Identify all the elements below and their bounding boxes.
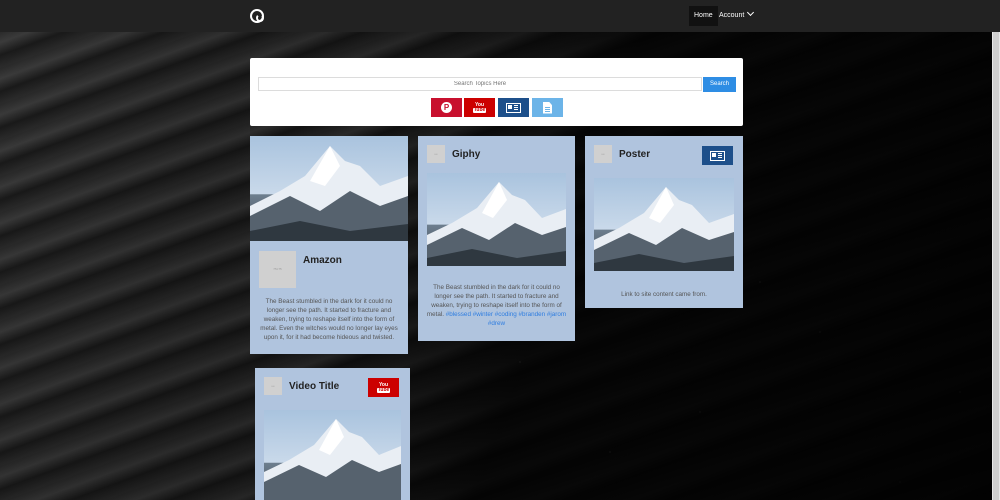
- pinterest-icon: P: [441, 102, 452, 113]
- youtube-icon: You Tube: [376, 381, 391, 393]
- card-thumbnail: •••: [264, 377, 282, 395]
- card-thumbnail: •••: [427, 145, 445, 163]
- card-description: The Beast stumbled in the dark for it co…: [260, 298, 398, 341]
- card-hashtags[interactable]: #blessed #winter #coding #branden #jarom…: [446, 311, 566, 327]
- logo-icon[interactable]: [250, 9, 264, 23]
- poster-card[interactable]: ••• Poster Link to site content came fro…: [585, 136, 743, 308]
- search-panel: Search P YouTube: [250, 58, 743, 126]
- card-title: Poster: [619, 149, 651, 160]
- search-input[interactable]: [258, 77, 702, 91]
- chevron-down-icon: [747, 8, 755, 17]
- news-source-badge: [702, 146, 733, 165]
- scrollbar-thumb[interactable]: [993, 32, 999, 500]
- card-thumbnail: •••: [594, 145, 612, 163]
- nav-account-label: Account: [719, 12, 745, 19]
- card-thumbnail: 75×75: [259, 251, 296, 288]
- card-title: Video Title: [289, 381, 340, 392]
- youtube-source-badge: You Tube: [368, 378, 399, 397]
- pinterest-filter-button[interactable]: P: [431, 98, 462, 117]
- nav-account-dropdown[interactable]: Account: [719, 6, 755, 26]
- card-title: Amazon: [303, 255, 342, 266]
- newspaper-icon: [506, 102, 521, 113]
- video-thumbnail-image[interactable]: [264, 410, 401, 500]
- youtube-filter-button[interactable]: You Tube: [464, 98, 495, 117]
- document-icon: [543, 101, 552, 114]
- mountain-image: [250, 136, 408, 241]
- news-filter-button[interactable]: [498, 98, 529, 117]
- newspaper-icon: [710, 150, 725, 161]
- nav-home-link[interactable]: Home: [689, 6, 718, 26]
- card-description: Link to site content came from.: [621, 291, 707, 298]
- top-navbar: Home Account: [0, 0, 1000, 32]
- amazon-card[interactable]: 75×75 Amazon The Beast stumbled in the d…: [250, 136, 408, 354]
- page-scrollbar[interactable]: [992, 32, 1000, 500]
- card-title: Giphy: [452, 149, 481, 160]
- youtube-icon: You Tube: [472, 101, 487, 113]
- document-filter-button[interactable]: [532, 98, 563, 117]
- search-button[interactable]: Search: [703, 77, 736, 92]
- card-description: The Beast stumbled in the dark for it co…: [426, 283, 567, 328]
- giphy-gif-image: [427, 173, 566, 266]
- giphy-card[interactable]: ••• Giphy The Beast stumbled in the dark…: [418, 136, 575, 341]
- video-card[interactable]: ••• Video Title You Tube: [255, 368, 410, 500]
- poster-image: [594, 178, 734, 271]
